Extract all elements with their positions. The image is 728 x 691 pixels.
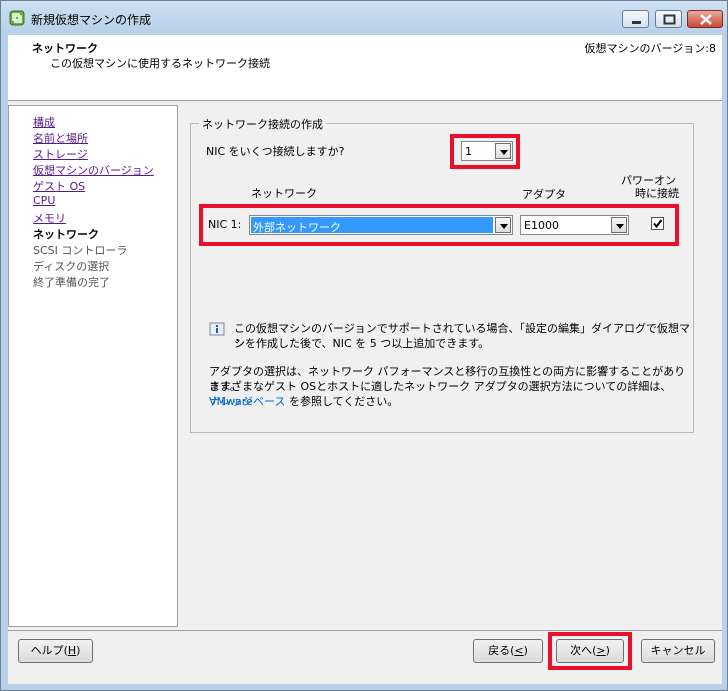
column-adapter-header: アダプタ bbox=[522, 188, 566, 201]
info-icon bbox=[209, 321, 225, 337]
step-network: ネットワーク bbox=[33, 228, 99, 241]
back-button-label: 戻る bbox=[488, 644, 511, 657]
help-button-label: ヘルプ bbox=[30, 644, 64, 657]
step-guest-os[interactable]: ゲスト OS bbox=[33, 178, 85, 194]
adapter-info-text-2: さまざまなゲスト OSとホストに適したネットワーク アダプタの選択方法についての… bbox=[209, 380, 672, 393]
back-button-key: < bbox=[514, 644, 524, 657]
nic-count-question: NIC をいくつ接続しますか? bbox=[206, 145, 345, 158]
step-name-location[interactable]: 名前と場所 bbox=[33, 130, 88, 146]
network-connection-group: ネットワーク接続の作成 NIC をいくつ接続しますか? 1 ネットワーク アダプ… bbox=[190, 116, 694, 433]
highlight-next-button bbox=[548, 632, 632, 670]
step-ready-complete: 終了準備の完了 bbox=[33, 276, 110, 289]
cancel-button-label: キャンセル bbox=[650, 644, 706, 657]
network-panel: ネットワーク接続の作成 NIC をいくつ接続しますか? 1 ネットワーク アダプ… bbox=[182, 105, 722, 627]
footer-separator bbox=[8, 630, 722, 631]
vm-app-icon bbox=[9, 10, 25, 26]
help-button-key: H bbox=[67, 644, 77, 657]
highlight-nic-row bbox=[199, 204, 679, 246]
window-title: 新規仮想マシンの作成 bbox=[31, 13, 152, 27]
title-bar[interactable]: 新規仮想マシンの作成 bbox=[1, 1, 727, 35]
page-subtitle: この仮想マシンに使用するネットワーク接続 bbox=[50, 57, 270, 70]
maximize-button[interactable] bbox=[655, 10, 682, 28]
back-button[interactable]: 戻る(<) bbox=[473, 639, 543, 663]
column-power-on-header-2: 時に接続 bbox=[635, 187, 679, 200]
step-config[interactable]: 構成 bbox=[33, 114, 55, 130]
nic-info-line-2: ンを作成した後で、NIC を 5 つ以上追加できます。 bbox=[234, 337, 490, 350]
wizard-client-area: ネットワーク この仮想マシンに使用するネットワーク接続 仮想マシンのバージョン:… bbox=[8, 35, 722, 684]
step-scsi-controller: SCSI コントローラ bbox=[33, 244, 128, 257]
vm-version-label: 仮想マシンのバージョン:8 bbox=[584, 42, 716, 55]
step-cpu[interactable]: CPU bbox=[33, 194, 55, 207]
page-title: ネットワーク bbox=[32, 42, 98, 55]
highlight-nic-count bbox=[450, 134, 520, 169]
cancel-button[interactable]: キャンセル bbox=[641, 639, 715, 663]
adapter-info-text-3: を参照してください。 bbox=[285, 395, 399, 408]
step-select-disk: ディスクの選択 bbox=[33, 260, 110, 273]
minimize-button[interactable] bbox=[622, 10, 649, 28]
close-button[interactable] bbox=[687, 10, 723, 28]
step-storage[interactable]: ストレージ bbox=[33, 146, 88, 162]
adapter-info-line-3: ナレッジベース を参照してください。 bbox=[209, 394, 398, 409]
wizard-window: 新規仮想マシンの作成 ネットワーク この仮想マシンに使用するネットワーク接続 仮… bbox=[0, 0, 728, 691]
help-button[interactable]: ヘルプ(H) bbox=[18, 639, 93, 663]
steps-panel: 構成 名前と場所 ストレージ 仮想マシンのバージョン ゲスト OS CPU メモ… bbox=[8, 105, 178, 627]
wizard-header: ネットワーク この仮想マシンに使用するネットワーク接続 仮想マシンのバージョン:… bbox=[8, 35, 722, 101]
knowledge-base-link[interactable]: ナレッジベース bbox=[209, 395, 285, 408]
step-memory[interactable]: メモリ bbox=[33, 210, 66, 226]
group-legend: ネットワーク接続の作成 bbox=[199, 116, 326, 132]
column-network-header: ネットワーク bbox=[251, 187, 317, 200]
step-vm-version[interactable]: 仮想マシンのバージョン bbox=[33, 162, 154, 178]
